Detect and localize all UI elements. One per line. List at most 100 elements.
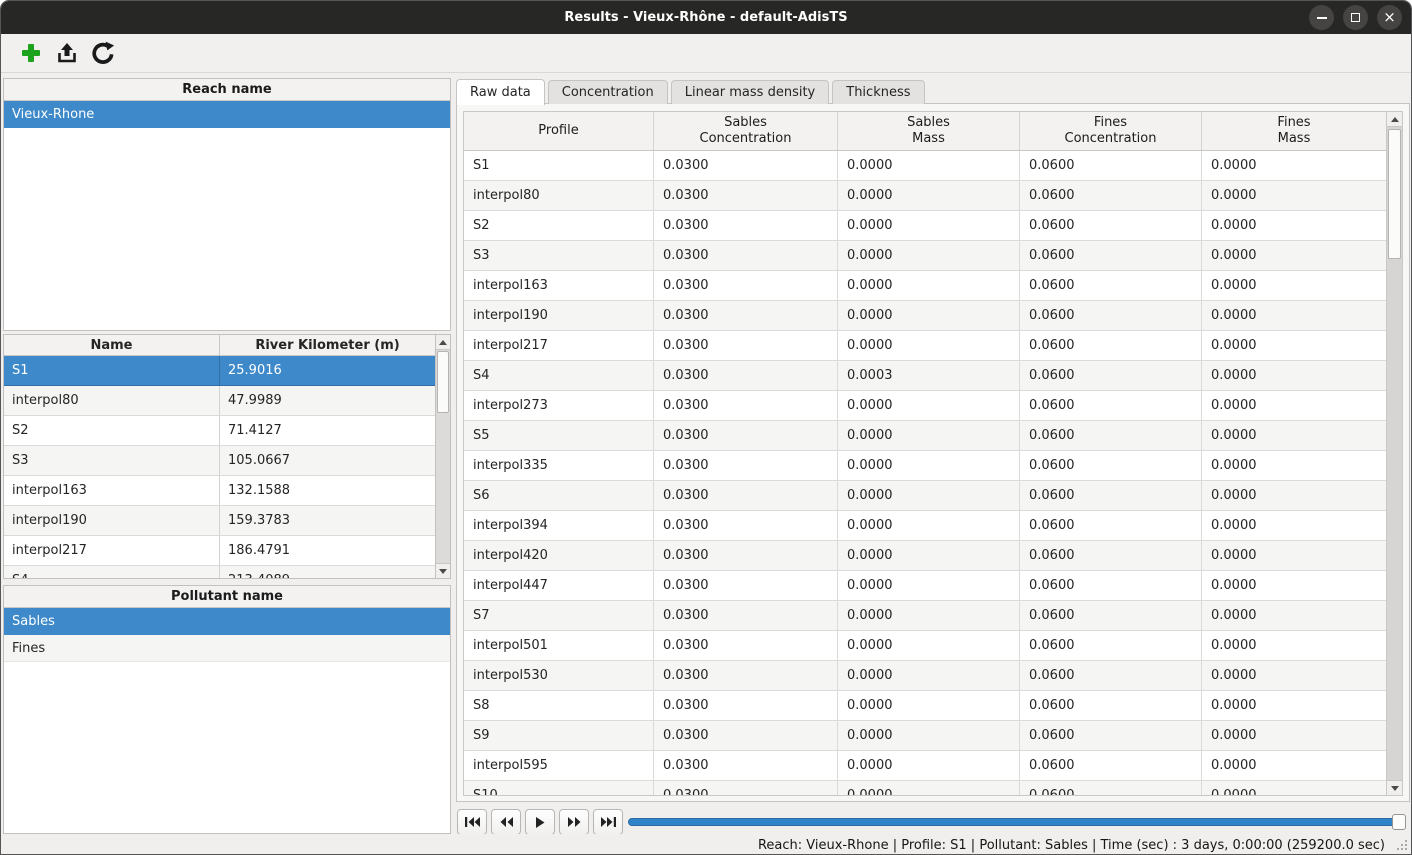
data-row-interpol273[interactable]: interpol2730.03000.00000.06000.0000: [464, 391, 1386, 421]
column-header-name[interactable]: Name: [4, 335, 220, 355]
tab-linear-mass-density[interactable]: Linear mass density: [671, 80, 830, 104]
profile-name-cell: interpol217: [4, 536, 220, 565]
data-cell: 0.0600: [1020, 691, 1202, 720]
window-title: Results - Vieux-Rhône - default-AdisTS: [564, 10, 847, 25]
app-window: Results - Vieux-Rhône - default-AdisTS ×: [0, 0, 1412, 855]
data-row-interpol501[interactable]: interpol5010.03000.00000.06000.0000: [464, 631, 1386, 661]
data-row-s10[interactable]: S100.03000.00000.06000.0000: [464, 781, 1386, 795]
data-cell: 0.0000: [838, 751, 1020, 780]
data-row-interpol217[interactable]: interpol2170.03000.00000.06000.0000: [464, 331, 1386, 361]
data-cell: 0.0000: [838, 691, 1020, 720]
profile-name-cell: S4: [4, 566, 220, 578]
tab-concentration[interactable]: Concentration: [548, 80, 668, 104]
scroll-up-icon[interactable]: [1387, 112, 1402, 127]
profile-row-s1[interactable]: S125.9016: [4, 356, 435, 386]
profile-row-interpol163[interactable]: interpol163132.1588: [4, 476, 435, 506]
data-column-header-profile[interactable]: Profile: [464, 112, 654, 150]
data-row-interpol420[interactable]: interpol4200.03000.00000.06000.0000: [464, 541, 1386, 571]
seek-backward-icon: [500, 817, 513, 827]
data-row-interpol394[interactable]: interpol3940.03000.00000.06000.0000: [464, 511, 1386, 541]
data-column-header-sables-mass[interactable]: Sables Mass: [838, 112, 1020, 150]
data-cell: 0.0000: [1202, 391, 1386, 420]
data-row-s7[interactable]: S70.03000.00000.06000.0000: [464, 601, 1386, 631]
profile-row-s2[interactable]: S271.4127: [4, 416, 435, 446]
play-button[interactable]: [525, 809, 555, 835]
data-row-interpol163[interactable]: interpol1630.03000.00000.06000.0000: [464, 271, 1386, 301]
seek-forward-icon: [568, 817, 581, 827]
data-table-header: ProfileSables ConcentrationSables MassFi…: [464, 112, 1386, 151]
titlebar: Results - Vieux-Rhône - default-AdisTS ×: [1, 1, 1411, 34]
data-cell: interpol80: [464, 181, 654, 210]
data-row-s4[interactable]: S40.03000.00030.06000.0000: [464, 361, 1386, 391]
data-column-header-fines-concentration[interactable]: Fines Concentration: [1020, 112, 1202, 150]
data-row-interpol80[interactable]: interpol800.03000.00000.06000.0000: [464, 181, 1386, 211]
tab-thickness[interactable]: Thickness: [832, 80, 924, 104]
data-row-s3[interactable]: S30.03000.00000.06000.0000: [464, 241, 1386, 271]
data-table-scrollbar[interactable]: [1386, 112, 1402, 795]
data-row-interpol447[interactable]: interpol4470.03000.00000.06000.0000: [464, 571, 1386, 601]
scroll-down-icon[interactable]: [1387, 780, 1402, 795]
profiles-panel: Name River Kilometer (m) S125.9016interp…: [3, 334, 451, 579]
profiles-scrollbar[interactable]: [435, 335, 450, 578]
data-cell: 0.0000: [838, 571, 1020, 600]
data-cell: 0.0600: [1020, 361, 1202, 390]
pollutant-panel-header: Pollutant name: [4, 586, 450, 608]
data-cell: 0.0300: [654, 541, 838, 570]
profile-row-interpol80[interactable]: interpol8047.9989: [4, 386, 435, 416]
data-cell: 0.0300: [654, 331, 838, 360]
data-row-s6[interactable]: S60.03000.00000.06000.0000: [464, 481, 1386, 511]
data-cell: 0.0000: [1202, 781, 1386, 795]
pollutant-row-sables[interactable]: Sables: [4, 608, 450, 635]
data-row-s2[interactable]: S20.03000.00000.06000.0000: [464, 211, 1386, 241]
data-row-interpol530[interactable]: interpol5300.03000.00000.06000.0000: [464, 661, 1386, 691]
profile-row-interpol217[interactable]: interpol217186.4791: [4, 536, 435, 566]
seek-forward-button[interactable]: [559, 809, 589, 835]
data-cell: 0.0000: [838, 301, 1020, 330]
maximize-button[interactable]: [1343, 5, 1368, 30]
profile-rk-cell: 71.4127: [220, 416, 435, 445]
data-row-s5[interactable]: S50.03000.00000.06000.0000: [464, 421, 1386, 451]
data-cell: 0.0600: [1020, 181, 1202, 210]
profile-row-s4[interactable]: S4213.4089: [4, 566, 435, 578]
skip-to-end-button[interactable]: [593, 809, 623, 835]
data-cell: 0.0600: [1020, 661, 1202, 690]
tab-raw-data[interactable]: Raw data: [456, 79, 545, 105]
skip-to-end-icon: [601, 817, 616, 827]
resize-grip-icon[interactable]: [1395, 838, 1407, 850]
profiles-scrollbar-thumb[interactable]: [437, 351, 449, 413]
data-row-interpol595[interactable]: interpol5950.03000.00000.06000.0000: [464, 751, 1386, 781]
data-cell: 0.0600: [1020, 781, 1202, 795]
data-cell: 0.0300: [654, 301, 838, 330]
data-cell: 0.0600: [1020, 331, 1202, 360]
time-slider-track[interactable]: [628, 818, 1404, 826]
scroll-up-icon[interactable]: [436, 335, 450, 350]
pollutant-row-fines[interactable]: Fines: [4, 635, 450, 662]
add-button[interactable]: [17, 40, 44, 67]
scroll-down-icon[interactable]: [436, 563, 450, 578]
minimize-button[interactable]: [1309, 5, 1334, 30]
time-slider-handle[interactable]: [1392, 814, 1406, 830]
data-cell: 0.0000: [1202, 631, 1386, 660]
profile-row-s3[interactable]: S3105.0667: [4, 446, 435, 476]
seek-backward-button[interactable]: [491, 809, 521, 835]
export-button[interactable]: [53, 40, 80, 67]
close-button[interactable]: ×: [1377, 5, 1402, 30]
data-cell: 0.0600: [1020, 601, 1202, 630]
data-table-scrollbar-thumb[interactable]: [1388, 129, 1401, 259]
refresh-button[interactable]: [89, 40, 116, 67]
data-row-interpol335[interactable]: interpol3350.03000.00000.06000.0000: [464, 451, 1386, 481]
data-column-header-fines-mass[interactable]: Fines Mass: [1202, 112, 1386, 150]
time-slider[interactable]: [628, 813, 1406, 831]
data-row-s9[interactable]: S90.03000.00000.06000.0000: [464, 721, 1386, 751]
profile-row-interpol190[interactable]: interpol190159.3783: [4, 506, 435, 536]
skip-to-start-button[interactable]: [457, 809, 487, 835]
data-row-s1[interactable]: S10.03000.00000.06000.0000: [464, 151, 1386, 181]
refresh-icon: [91, 41, 115, 65]
data-row-interpol190[interactable]: interpol1900.03000.00000.06000.0000: [464, 301, 1386, 331]
reach-row-vieux-rhone[interactable]: Vieux-Rhone: [4, 101, 450, 128]
data-cell: 0.0000: [838, 391, 1020, 420]
column-header-river-kilometer[interactable]: River Kilometer (m): [220, 335, 435, 355]
data-cell: 0.0600: [1020, 481, 1202, 510]
data-column-header-sables-concentration[interactable]: Sables Concentration: [654, 112, 838, 150]
data-row-s8[interactable]: S80.03000.00000.06000.0000: [464, 691, 1386, 721]
